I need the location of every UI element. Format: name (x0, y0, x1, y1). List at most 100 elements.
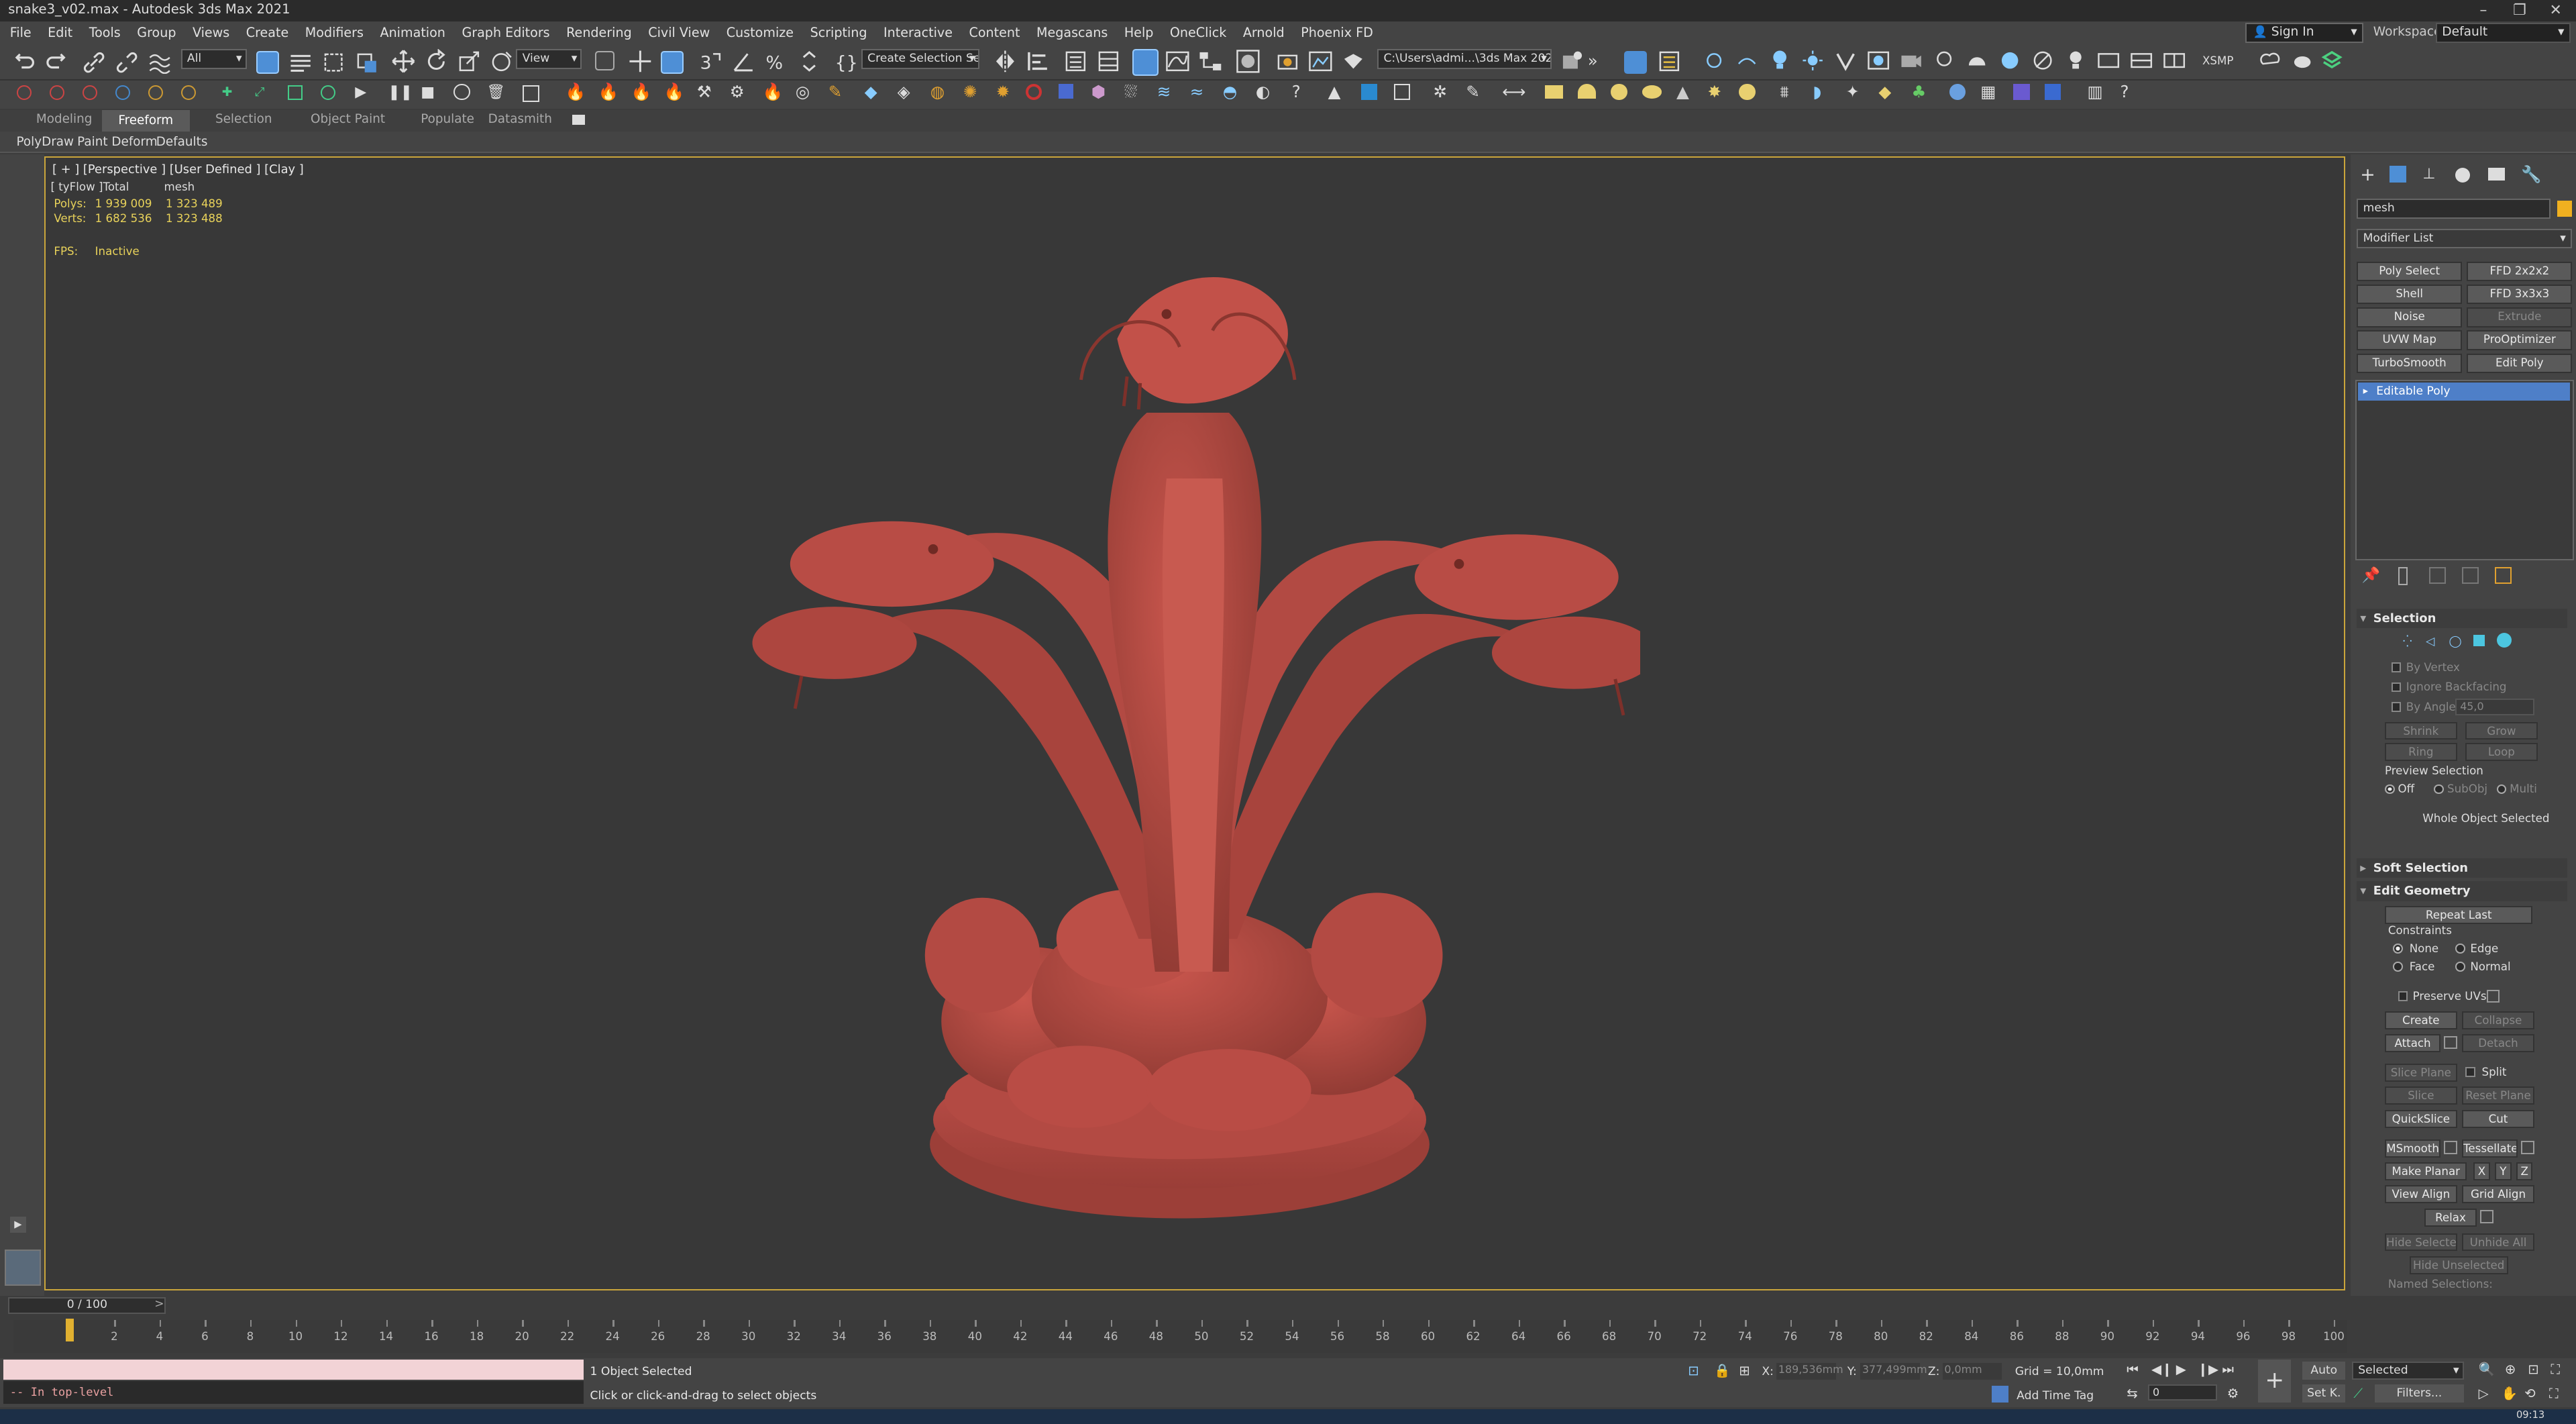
scene-explorer-icon[interactable] (1063, 49, 1088, 74)
play-animation-icon[interactable]: ▶ (2176, 1362, 2186, 1377)
ribbon-toggle-icon[interactable] (1132, 49, 1159, 75)
menu-modifiers[interactable]: Modifiers (297, 21, 372, 44)
menu-customize[interactable]: Customize (718, 21, 802, 44)
schematic-view-icon[interactable] (1198, 49, 1223, 74)
preview-off-radio[interactable] (2385, 784, 2395, 795)
tyflow-icon[interactable] (17, 85, 32, 100)
pan-icon[interactable]: ✋ (2502, 1386, 2518, 1401)
menu-interactive[interactable]: Interactive (875, 21, 961, 44)
workspace-dropdown[interactable]: Default▾ (2436, 23, 2571, 42)
modifier-stack[interactable]: ▸Editable Poly (2355, 380, 2574, 561)
wave-icon[interactable]: ≋ (1157, 82, 1171, 101)
tyflow-box-icon[interactable] (288, 85, 303, 100)
close-button[interactable]: ✕ (2538, 0, 2574, 21)
repeat-last-button[interactable]: Repeat Last (2385, 906, 2533, 924)
edit-named-selection-icon[interactable]: {} (833, 49, 858, 74)
tyflow-cache-icon[interactable] (83, 85, 97, 100)
constraint-normal-radio[interactable] (2455, 962, 2465, 972)
sun-icon[interactable] (1801, 49, 1824, 72)
relax-settings-icon[interactable] (2480, 1210, 2493, 1223)
menu-help[interactable]: Help (1116, 21, 1162, 44)
poly-select-button[interactable]: Poly Select (2357, 262, 2462, 281)
menu-edit[interactable]: Edit (40, 21, 81, 44)
tyflow-link-icon[interactable]: ⤢ (255, 85, 270, 100)
foam-icon[interactable]: ⛆ (1124, 82, 1138, 101)
by-angle-checkbox[interactable] (2392, 702, 2402, 712)
project-folder-dropdown[interactable]: C:\Users\admi...\3ds Max 2021▾ (1377, 49, 1552, 68)
pause-icon[interactable]: ❚❚ (388, 84, 413, 101)
hierarchy-tab-icon[interactable]: ⊥ (2422, 166, 2435, 183)
expand-strip-icon[interactable]: ▶ (10, 1217, 27, 1233)
previous-frame-icon[interactable]: ◀❙ (2151, 1362, 2173, 1377)
expand-arrow-icon[interactable]: ▸ (2363, 383, 2368, 401)
grow-button[interactable]: Grow (2465, 722, 2538, 740)
loop-button[interactable]: Loop (2465, 743, 2538, 761)
texture-icon[interactable] (2013, 84, 2030, 101)
play-icon[interactable]: ▶ (355, 84, 366, 101)
menu-rendering[interactable]: Rendering (558, 21, 640, 44)
ribbon-options-icon[interactable] (572, 115, 586, 125)
help-icon[interactable]: ? (1292, 82, 1301, 101)
maxscript-mini-listener[interactable] (3, 1360, 584, 1379)
ribbon-defaults[interactable]: Defaults (156, 135, 208, 149)
msmooth-settings-icon[interactable] (2444, 1141, 2457, 1154)
render-production-icon[interactable] (1341, 49, 1366, 74)
fire-sim-icon[interactable]: 🔥 (598, 82, 619, 101)
snap-help-icon[interactable]: ? (2121, 82, 2129, 101)
attach-button[interactable]: Attach (2385, 1034, 2440, 1052)
go-to-start-icon[interactable]: ⏮ (2127, 1362, 2139, 1377)
pin-stack-icon[interactable]: 📌 (2362, 567, 2380, 584)
slice-plane-button[interactable]: Slice Plane (2385, 1064, 2457, 1082)
viewport-layout-icon[interactable] (5, 1250, 41, 1286)
key-tangent-icon[interactable]: ⟋ (2353, 1386, 2363, 1401)
tab-modeling[interactable]: Modeling (36, 112, 93, 126)
select-by-name-icon[interactable] (289, 51, 312, 74)
preserve-uvs-checkbox[interactable] (2398, 991, 2408, 1001)
forest-pack-icon[interactable] (1361, 84, 1378, 101)
tyflow-event-icon[interactable] (50, 85, 64, 100)
selection-rollout-header[interactable]: Selection (2357, 609, 2567, 628)
time-tag-icon[interactable] (1992, 1386, 2008, 1403)
edit-geometry-rollout-header[interactable]: Edit Geometry (2357, 881, 2567, 901)
teapot-icon[interactable] (2291, 49, 2314, 72)
redo-icon[interactable] (44, 51, 67, 74)
vray-mesh-icon[interactable] (2031, 49, 2054, 72)
constraint-face-radio[interactable] (2393, 962, 2403, 972)
plant-icon[interactable]: ♣ (1911, 82, 1926, 101)
tyflow-preview-icon[interactable] (115, 85, 130, 100)
delete-cache-icon[interactable]: 🗑 (486, 84, 505, 101)
tessellate-settings-icon[interactable] (2521, 1141, 2534, 1154)
planar-x-button[interactable]: X (2473, 1162, 2490, 1180)
vray-dome-icon[interactable] (1966, 49, 1988, 72)
create-tab-icon[interactable]: + (2360, 164, 2375, 185)
select-object-icon[interactable] (256, 51, 279, 74)
select-manipulate-icon[interactable] (628, 49, 653, 74)
tab-object-paint[interactable]: Object Paint (311, 112, 385, 126)
create-button[interactable]: Create (2385, 1011, 2457, 1029)
rectangular-selection-icon[interactable] (322, 51, 345, 74)
unhide-all-button[interactable]: Unhide All (2462, 1233, 2534, 1252)
prooptimizer-button[interactable]: ProOptimizer (2467, 330, 2572, 350)
time-cursor[interactable] (66, 1319, 74, 1341)
split-checkbox[interactable] (2465, 1067, 2475, 1077)
constraint-edge-radio[interactable] (2455, 944, 2465, 954)
soft-selection-rollout-header[interactable]: Soft Selection (2357, 858, 2567, 878)
tab-selection[interactable]: Selection (215, 112, 272, 126)
menu-content[interactable]: Content (961, 21, 1028, 44)
angle-snap-icon[interactable] (731, 49, 756, 74)
element-subobject-icon[interactable] (2497, 633, 2512, 648)
ffd-3x3x3-button[interactable]: FFD 3x3x3 (2467, 285, 2572, 304)
edit-poly-button[interactable]: Edit Poly (2467, 354, 2572, 373)
key-filters-button[interactable]: Filters... (2375, 1384, 2463, 1403)
current-frame-field[interactable]: 0 (2148, 1384, 2217, 1401)
listener-output[interactable]: -- In top-level (3, 1381, 584, 1404)
menu-animation[interactable]: Animation (372, 21, 453, 44)
ocean-mesher-icon[interactable]: ◈ (898, 82, 910, 101)
sun-light-icon[interactable]: ✸ (1708, 82, 1722, 101)
vray-proxy-icon[interactable] (2130, 49, 2153, 72)
minimize-button[interactable]: – (2465, 0, 2502, 21)
particle-shader-icon[interactable]: ⬢ (1091, 82, 1106, 101)
vray-icon[interactable] (1834, 49, 1857, 72)
cache-icon[interactable]: ◐ (1256, 82, 1270, 101)
ribbon-polydraw[interactable]: PolyDraw (17, 135, 74, 149)
